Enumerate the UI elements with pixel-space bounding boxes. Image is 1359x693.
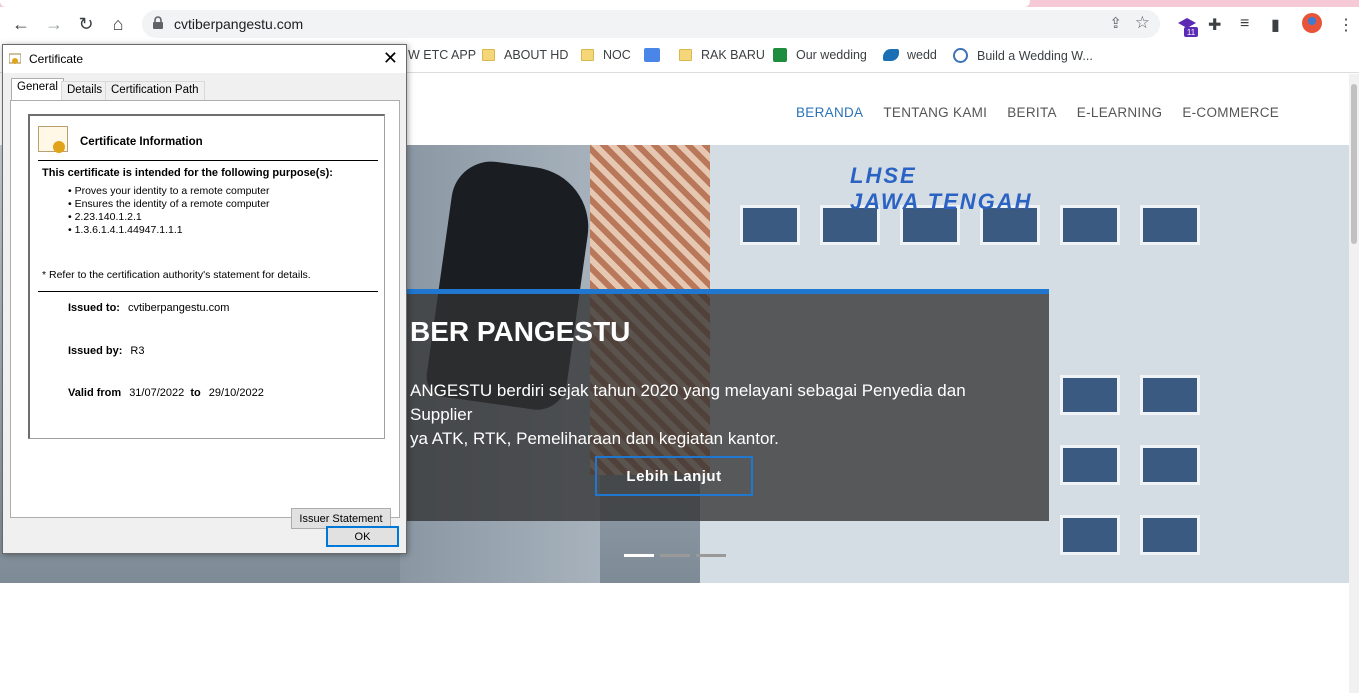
issued-to-row: Issued to: cvtiberpangestu.com bbox=[68, 302, 230, 314]
extension-icon[interactable]: 11 bbox=[1176, 15, 1198, 42]
issued-to-value: cvtiberpangestu.com bbox=[127, 302, 230, 314]
purpose-list: Proves your identity to a remote compute… bbox=[68, 185, 270, 237]
purpose-heading: This certificate is intended for the fol… bbox=[42, 167, 333, 179]
nav-e-commerce[interactable]: E-COMMERCE bbox=[1182, 105, 1279, 120]
tab-certification-path[interactable]: Certification Path bbox=[105, 81, 205, 100]
url-text: cvtiberpangestu.com bbox=[174, 16, 304, 32]
hero-sign: LHSE JAWA TENGAH bbox=[850, 163, 1033, 214]
authority-note: * Refer to the certification authority's… bbox=[42, 269, 311, 281]
bookmark-label: ABOUT HD bbox=[504, 48, 569, 62]
dialog-titlebar[interactable]: Certificate ✕ bbox=[3, 45, 406, 73]
purpose-item: 1.3.6.1.4.1.44947.1.1.1 bbox=[68, 224, 270, 237]
certificate-icon bbox=[38, 126, 68, 153]
nav-berita[interactable]: BERITA bbox=[1007, 105, 1057, 120]
tab-general[interactable]: General bbox=[11, 78, 64, 101]
share-icon[interactable]: ⇪ bbox=[1109, 14, 1122, 32]
star-icon[interactable]: ☆ bbox=[1135, 13, 1150, 33]
tab-details[interactable]: Details bbox=[61, 81, 109, 100]
menu-icon[interactable]: ⋮ bbox=[1338, 15, 1354, 35]
divider bbox=[38, 291, 378, 292]
bookmark-label: W ETC APP bbox=[408, 48, 477, 62]
purpose-item: 2.23.140.1.2.1 bbox=[68, 211, 270, 224]
purpose-item: Ensures the identity of a remote compute… bbox=[68, 198, 270, 211]
bookmark-label: Build a Wedding W... bbox=[977, 48, 1093, 63]
scrollbar-thumb[interactable] bbox=[1351, 84, 1357, 244]
slider-indicators bbox=[624, 554, 726, 557]
bookmark-label: Our wedding bbox=[796, 48, 867, 62]
certificate-icon bbox=[9, 53, 21, 64]
bookmark-item[interactable]: RAK BARU bbox=[679, 48, 765, 62]
issued-by-value: R3 bbox=[130, 345, 145, 357]
lebih-lanjut-button[interactable]: Lebih Lanjut bbox=[595, 456, 753, 496]
folder-icon bbox=[482, 49, 495, 61]
ok-button[interactable]: OK bbox=[326, 526, 399, 547]
building-window bbox=[1060, 375, 1120, 415]
certificate-dialog: Certificate ✕ General Details Certificat… bbox=[2, 44, 407, 554]
building-window bbox=[1140, 445, 1200, 485]
reload-icon[interactable]: ↻ bbox=[72, 10, 100, 38]
bookmark-label: RAK BARU bbox=[701, 48, 765, 62]
info-header: Certificate Information bbox=[80, 136, 203, 148]
valid-from-value: 31/07/2022 bbox=[129, 387, 185, 399]
extension-badge: 11 bbox=[1187, 28, 1196, 37]
nav-e-learning[interactable]: E-LEARNING bbox=[1077, 105, 1163, 120]
translate-icon bbox=[644, 48, 660, 62]
slider-dot[interactable] bbox=[696, 554, 726, 557]
active-tab[interactable] bbox=[0, 0, 1030, 7]
browser-toolbar: ← → ↻ ⌂ cvtiberpangestu.com ⇪ ☆ 11 ✚ ≡ ▮… bbox=[0, 7, 1359, 41]
hero-title: BER PANGESTU bbox=[410, 316, 631, 347]
forward-icon[interactable]: → bbox=[40, 10, 68, 38]
wordpress-icon bbox=[953, 48, 968, 63]
sidepanel-icon[interactable]: ▮ bbox=[1271, 15, 1280, 35]
divider bbox=[38, 160, 378, 161]
media-icon[interactable]: ≡ bbox=[1240, 15, 1249, 33]
issued-by-row: Issued by: R3 bbox=[68, 345, 145, 357]
lock-icon[interactable] bbox=[152, 16, 164, 35]
bookmark-label: wedd bbox=[907, 48, 937, 62]
bookmark-item[interactable]: wedd bbox=[883, 48, 937, 62]
bookmark-label: NOC bbox=[603, 48, 631, 62]
close-icon[interactable]: ✕ bbox=[383, 48, 398, 69]
bookmark-item[interactable]: Our wedding bbox=[773, 48, 867, 62]
hero-caption: BER PANGESTU ANGESTU berdiri sejak tahun… bbox=[400, 289, 1049, 521]
building-window bbox=[1140, 515, 1200, 555]
nav-tentang-kami[interactable]: TENTANG KAMI bbox=[883, 105, 987, 120]
building-window bbox=[1140, 205, 1200, 245]
tab-strip bbox=[0, 0, 1359, 7]
home-icon[interactable]: ⌂ bbox=[104, 10, 132, 38]
valid-row: Valid from 31/07/2022 to 29/10/2022 bbox=[68, 387, 264, 399]
address-bar[interactable]: cvtiberpangestu.com ⇪ ☆ bbox=[142, 10, 1160, 38]
bookmark-item[interactable] bbox=[644, 48, 660, 62]
purpose-item: Proves your identity to a remote compute… bbox=[68, 185, 270, 198]
profile-icon[interactable] bbox=[1301, 12, 1323, 39]
building-window bbox=[1060, 205, 1120, 245]
folder-icon bbox=[679, 49, 692, 61]
site-nav: BERANDA TENTANG KAMI BERITA E-LEARNING E… bbox=[796, 105, 1299, 120]
back-icon[interactable]: ← bbox=[7, 10, 35, 38]
certificate-info-box: Certificate Information This certificate… bbox=[28, 114, 385, 439]
bookmark-item[interactable]: Build a Wedding W... bbox=[953, 48, 1093, 63]
drive-icon bbox=[883, 49, 899, 61]
folder-icon bbox=[581, 49, 594, 61]
bookmark-item[interactable]: ABOUT HD bbox=[482, 48, 568, 62]
page-scrollbar[interactable] bbox=[1349, 74, 1359, 693]
dialog-title: Certificate bbox=[29, 52, 84, 66]
general-panel: Certificate Information This certificate… bbox=[10, 100, 400, 529]
building-window bbox=[740, 205, 800, 245]
puzzle-icon[interactable]: ✚ bbox=[1208, 15, 1221, 35]
hero-description: ANGESTU berdiri sejak tahun 2020 yang me… bbox=[410, 381, 966, 448]
building-window bbox=[1060, 445, 1120, 485]
slider-dot[interactable] bbox=[624, 554, 654, 557]
building-window bbox=[1060, 515, 1120, 555]
sheets-icon bbox=[773, 48, 787, 62]
bookmark-item[interactable]: W ETC APP bbox=[408, 48, 476, 62]
nav-beranda[interactable]: BERANDA bbox=[796, 105, 863, 120]
bookmark-item[interactable]: NOC bbox=[581, 48, 631, 62]
building-window bbox=[1140, 375, 1200, 415]
slider-dot[interactable] bbox=[660, 554, 690, 557]
valid-to-value: 29/10/2022 bbox=[208, 387, 264, 399]
